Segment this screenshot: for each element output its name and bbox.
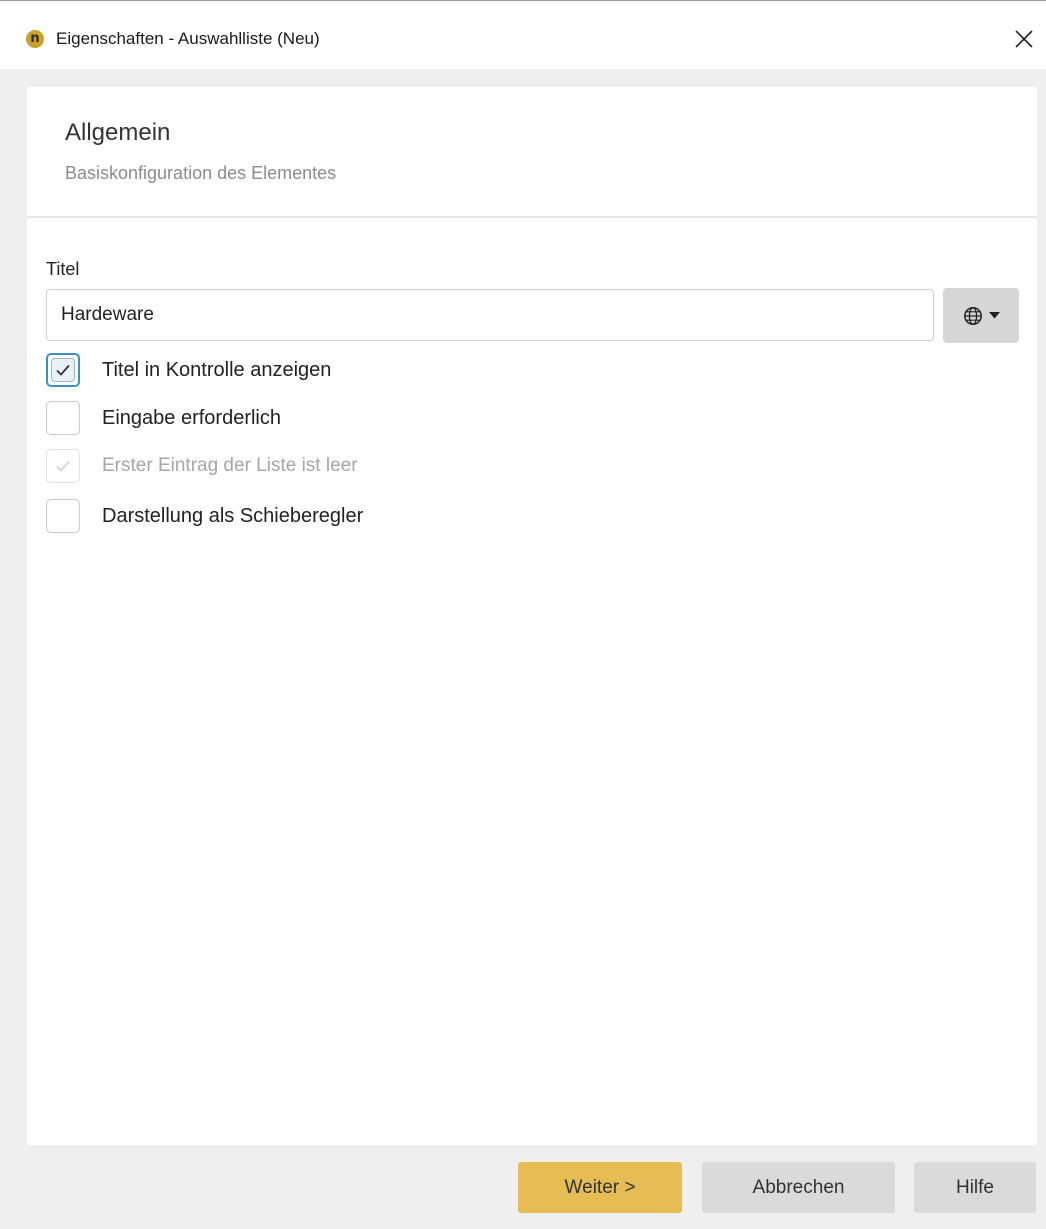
show-title-checkbox[interactable] <box>46 353 80 387</box>
help-button[interactable]: Hilfe <box>914 1162 1036 1213</box>
section-subtitle: Basiskonfiguration des Elementes <box>65 163 337 183</box>
option-required-row[interactable]: Eingabe erforderlich <box>46 400 281 436</box>
close-button[interactable] <box>1010 25 1038 53</box>
next-button[interactable]: Weiter > <box>518 1162 682 1213</box>
chevron-down-icon <box>988 312 1000 319</box>
slider-checkbox[interactable] <box>46 499 80 533</box>
first-entry-empty-checkbox <box>46 449 80 483</box>
properties-dialog: n Eigenschaften - Auswahlliste (Neu) All… <box>0 0 1046 1229</box>
show-title-label: Titel in Kontrolle anzeigen <box>102 358 332 381</box>
section-header: Allgemein Basiskonfiguration des Element… <box>27 87 1037 218</box>
app-logo-glyph: n <box>30 30 40 46</box>
option-show-title-row[interactable]: Titel in Kontrolle anzeigen <box>46 352 331 388</box>
section-title: Allgemein <box>65 119 171 146</box>
language-dropdown-button[interactable] <box>943 288 1019 343</box>
checkmark-icon <box>56 364 70 376</box>
cancel-button[interactable]: Abbrechen <box>702 1162 895 1213</box>
option-slider-row[interactable]: Darstellung als Schieberegler <box>46 498 363 534</box>
app-logo-icon: n <box>26 30 44 48</box>
content-panel: Allgemein Basiskonfiguration des Element… <box>27 87 1037 1145</box>
first-entry-empty-label: Erster Eintrag der Liste ist leer <box>102 455 358 476</box>
close-icon <box>1015 30 1033 48</box>
slider-label: Darstellung als Schieberegler <box>102 504 364 527</box>
option-first-entry-empty-row: Erster Eintrag der Liste ist leer <box>46 448 358 484</box>
window-title: Eigenschaften - Auswahlliste (Neu) <box>56 29 320 48</box>
required-checkbox[interactable] <box>46 401 80 435</box>
title-input[interactable] <box>46 289 934 341</box>
required-label: Eingabe erforderlich <box>102 406 281 429</box>
title-bar: n Eigenschaften - Auswahlliste (Neu) <box>0 1 1046 69</box>
globe-icon <box>963 306 982 325</box>
checkmark-icon <box>56 460 70 472</box>
title-field-label: Titel <box>46 259 80 279</box>
checkbox-inner <box>51 358 75 382</box>
